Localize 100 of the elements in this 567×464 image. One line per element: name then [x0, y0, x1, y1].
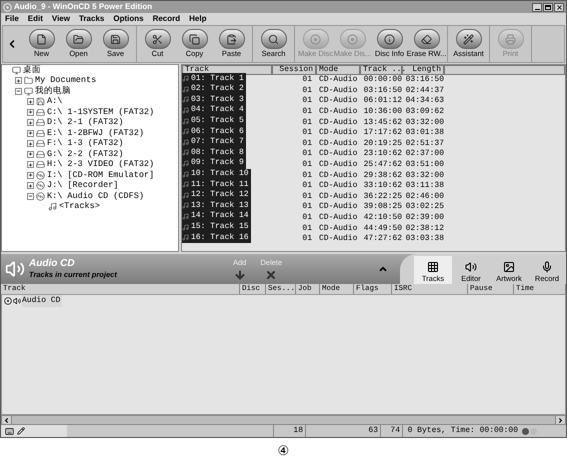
drive-icon	[36, 108, 45, 117]
drive-icon	[36, 118, 45, 128]
table-cell-text: 01	[301, 95, 313, 108]
table-cell-text: 36:22:25	[362, 190, 402, 202]
tree-item[interactable]: <Tracks>	[59, 200, 100, 214]
tree-item[interactable]: A:\	[47, 95, 62, 108]
track-name[interactable]: 15: Track 15	[182, 222, 251, 232]
folder-icon	[73, 34, 84, 44]
column-header[interactable]: Session	[272, 65, 316, 75]
tree-item[interactable]: My Documents	[35, 74, 96, 88]
speaker-icon	[465, 260, 477, 273]
menu-item[interactable]: View	[52, 13, 70, 25]
track-name[interactable]: 06: Track 6	[182, 126, 246, 137]
collapse-icon[interactable]	[15, 88, 22, 95]
expand-icon[interactable]	[27, 108, 34, 116]
expand-icon[interactable]	[15, 77, 22, 84]
tree-item[interactable]: G:\ 2-2 (FAT32)	[47, 148, 124, 161]
pencil-icon[interactable]	[17, 427, 25, 435]
table-cell-text: 03:09:62	[404, 106, 444, 118]
tree-item[interactable]: H:\ 2-3 VIDEO (FAT32)	[47, 158, 154, 172]
column-header[interactable]: Length	[402, 65, 444, 75]
table-cell-text: 44:49:50	[362, 222, 402, 234]
track-name[interactable]: 09: Track 9	[182, 158, 246, 169]
app-icon	[3, 2, 12, 12]
track-name[interactable]: 14: Track 14	[182, 211, 251, 222]
status-field: 74	[380, 425, 402, 437]
track-name[interactable]: 05: Track 5	[182, 116, 246, 126]
grid-icon	[427, 260, 439, 273]
horizontal-scrollbar[interactable]	[1, 415, 566, 425]
track-name[interactable]: 02: Track 2	[182, 84, 246, 95]
expand-icon[interactable]	[27, 130, 34, 137]
track-name[interactable]: 11: Track 11	[182, 179, 251, 190]
menu-item[interactable]: Tracks	[78, 13, 104, 25]
track-name[interactable]: 13: Track 13	[182, 200, 251, 212]
expand-icon[interactable]	[27, 161, 34, 168]
collapse-icon[interactable]	[27, 192, 34, 200]
monitor-icon	[12, 66, 21, 75]
table-cell-text: CD-Audio	[318, 116, 358, 128]
table-cell-text: 03:01:38	[404, 127, 444, 140]
drive-icon	[36, 139, 45, 148]
expand-icon[interactable]	[27, 172, 34, 179]
tree-item[interactable]: E:\ 1-2BFWJ (FAT32)	[47, 126, 144, 140]
menu-item[interactable]: Options	[113, 13, 144, 25]
minimize-button[interactable]	[532, 2, 542, 12]
expand-icon[interactable]	[27, 98, 34, 106]
close-button[interactable]	[554, 2, 564, 12]
expand-icon[interactable]	[27, 140, 34, 148]
menu-item[interactable]: Edit	[28, 13, 43, 25]
table-cell-text: 47:27:62	[362, 233, 402, 246]
track-name[interactable]: 10: Track 10	[182, 168, 251, 180]
column-header[interactable]: Mode	[316, 65, 360, 75]
scroll-right-icon[interactable]	[557, 416, 564, 424]
expand-icon[interactable]	[27, 119, 34, 126]
keyboard-icon[interactable]	[5, 426, 14, 436]
column-header[interactable]: Track ...	[360, 65, 402, 75]
track-name[interactable]: 04: Track 4	[182, 105, 246, 116]
table-cell-text: 04:34:63	[404, 95, 444, 108]
table-cell-text: CD-Audio	[318, 201, 358, 213]
expand-icon[interactable]	[27, 182, 34, 190]
track-name[interactable]: 01: Track 1	[182, 73, 246, 84]
table-cell-text: 01	[301, 84, 313, 96]
maximize-button[interactable]	[543, 2, 553, 12]
file-icon	[36, 34, 47, 44]
tree-item[interactable]: K:\ Audio CD (CDFS)	[47, 190, 144, 203]
figure-caption: ④	[278, 442, 290, 460]
tree-item[interactable]: 桌面	[23, 65, 41, 77]
table-cell-text: 02:46:00	[404, 190, 444, 202]
table-cell-text: 01	[301, 106, 313, 118]
track-name[interactable]: 12: Track 12	[182, 190, 251, 201]
status-field: 63	[305, 425, 380, 437]
tree-item[interactable]: D:\ 2-1 (FAT32)	[47, 116, 124, 130]
table-cell-text: CD-Audio	[318, 190, 358, 202]
tree-item[interactable]: J:\ [Recorder]	[47, 179, 118, 192]
table-cell-text: CD-Audio	[318, 212, 358, 224]
track-name[interactable]: 07: Track 7	[182, 136, 246, 148]
menu-item[interactable]: Record	[152, 13, 180, 25]
collapse-icon[interactable]	[378, 264, 388, 274]
status-field: 0 Bytes, Time: 00:00:00	[402, 425, 520, 437]
table-cell-text: CD-Audio	[318, 74, 358, 86]
menu-item[interactable]: Help	[189, 13, 206, 25]
expand-icon[interactable]	[27, 150, 34, 158]
table-cell-text: 29:38:62	[362, 170, 402, 182]
tree-item[interactable]: F:\ 1-3 (FAT32)	[47, 137, 124, 150]
disc-icon	[4, 296, 12, 304]
menu-item[interactable]: File	[5, 13, 19, 25]
scroll-left-icon[interactable]	[3, 416, 10, 424]
arrow-down-icon	[234, 268, 246, 281]
table-cell-text: CD-Audio	[318, 222, 358, 234]
track-name[interactable]: 08: Track 8	[182, 148, 246, 158]
drive-icon	[36, 128, 45, 138]
track-name[interactable]: 16: Track 16	[182, 232, 251, 243]
tree-item[interactable]: 我的电脑	[35, 84, 71, 98]
track-name[interactable]: 03: Track 3	[182, 94, 246, 106]
table-cell-text: 39:08:25	[362, 201, 402, 214]
tree-item[interactable]: C:\ 1-1SYSTEM (FAT32)	[47, 106, 154, 119]
table-cell-text: 20:19:25	[362, 138, 402, 150]
table-cell-text: CD-Audio	[318, 84, 358, 96]
tree-item[interactable]: I:\ [CD-ROM Emulator]	[47, 168, 154, 182]
table-cell-text: 03:32:00	[404, 116, 444, 128]
tree-item[interactable]: Audio CD	[22, 294, 62, 306]
